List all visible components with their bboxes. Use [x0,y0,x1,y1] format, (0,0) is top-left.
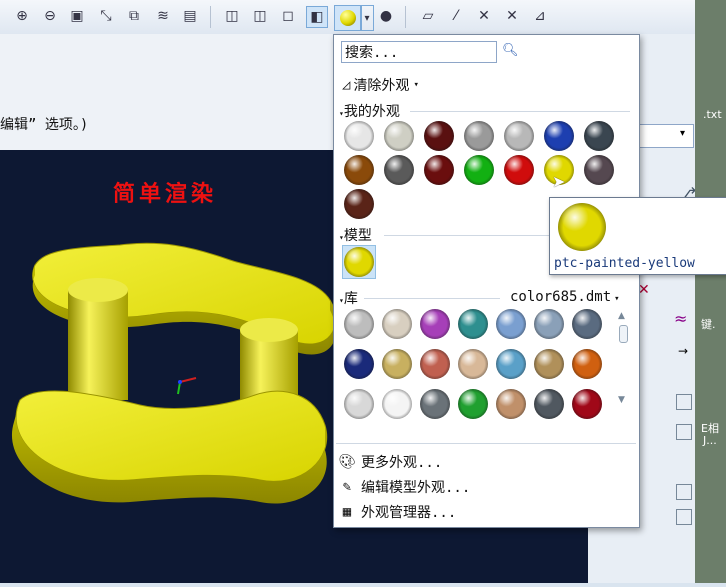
tooltip-swatch [558,203,606,251]
appearance-swatch[interactable] [384,155,414,185]
appearance-swatch[interactable] [344,389,374,419]
appearance-swatch[interactable] [584,155,614,185]
csys-icon[interactable]: ✕ [502,6,522,26]
appearance-swatch[interactable] [544,121,574,151]
message-area: 编辑” 选项。) [0,34,333,150]
panel-box-icon[interactable] [676,424,692,440]
model-swatch[interactable] [344,247,374,277]
appearance-swatch[interactable] [344,155,374,185]
library-header[interactable]: ▾库 [339,288,358,308]
datum-plane-icon[interactable]: ▱ [418,6,438,26]
panel-arrow-icon[interactable]: → [678,344,688,358]
annotation-icon[interactable]: ⊿ [530,6,550,26]
appearance-swatch[interactable] [572,349,602,379]
clear-appearance-item[interactable]: ◿ 清除外观 ▾ [342,75,419,95]
edit-model-appearance-item[interactable]: ✎ 编辑模型外观... [338,476,471,498]
render-title: 简单渲染 [113,181,218,207]
datum-axis-icon[interactable]: ⁄ [446,6,466,26]
appearance-swatch[interactable] [382,309,412,339]
appearance-swatch[interactable] [464,155,494,185]
appearance-swatch[interactable] [344,189,374,219]
appearance-swatch[interactable] [424,121,454,151]
reorient-icon[interactable]: ⤡ [96,6,116,26]
library-file-select[interactable]: color685.dmt ▾ [510,289,620,305]
eraser-icon: ◿ [342,77,351,93]
wireframe-icon[interactable]: ◧ [306,6,328,28]
scroll-up-icon[interactable]: ▲ [618,311,625,321]
message-text: 编辑” 选项。) [0,117,89,133]
chevron-down-icon: ▾ [680,128,686,139]
appearance-swatch[interactable] [384,121,414,151]
appearance-icon[interactable] [334,5,362,31]
more-appearances-item[interactable]: 🎨︎ 更多外观... [338,451,442,473]
zoom-in-icon[interactable]: ⊕ [12,6,32,26]
appearance-swatch[interactable] [424,155,454,185]
appearance-swatch[interactable] [496,389,526,419]
appearance-swatch[interactable] [534,309,564,339]
my-appearances-header[interactable]: ▾我的外观 [339,101,400,121]
model-header[interactable]: ▾模型 [339,225,372,245]
appearance-swatch[interactable] [572,309,602,339]
appearance-swatch[interactable] [504,121,534,151]
panel-box-icon[interactable] [676,394,692,410]
search-icon[interactable]: 🔍︎ [502,43,519,58]
zoom-out-icon[interactable]: ⊖ [40,6,60,26]
jian-label: 键. [701,318,716,331]
appearance-swatch[interactable] [344,309,374,339]
search-input[interactable]: 搜索... [341,41,497,63]
scroll-thumb[interactable] [619,325,628,343]
appearance-swatch[interactable] [496,349,526,379]
appearance-swatch[interactable] [458,389,488,419]
hidden-line-icon[interactable]: ◫ [250,6,270,26]
j-label: J... [703,434,717,447]
appearance-swatch[interactable] [344,121,374,151]
panel-grid-icon[interactable] [676,509,692,525]
layers-icon[interactable]: ≋ [153,6,173,26]
appearance-swatch[interactable] [584,121,614,151]
dropdown-arrow-icon[interactable]: ▾ [360,5,374,31]
swatch-tooltip: ptc-painted-yellow [549,197,726,275]
desktop-strip: .txt 键. E相 J... [695,0,726,583]
palette-icon: 🎨︎ [338,454,356,470]
appearance-swatch[interactable] [496,309,526,339]
appearance-swatch[interactable] [572,389,602,419]
shading-icon[interactable]: ◫ [222,6,242,26]
view-manager-icon[interactable]: ⧉ [124,6,144,26]
appearance-swatch[interactable] [420,389,450,419]
appearance-swatch[interactable] [458,349,488,379]
appearance-swatch[interactable] [464,121,494,151]
main-toolbar: ⊕ ⊖ ▣ ⤡ ⧉ ≋ ▤ ◫ ◫ ◻ ◧ ▾ ● ▱ ⁄ ✕ ✕ ⊿ [0,0,726,35]
appearance-gallery: 搜索... 🔍︎ ◿ 清除外观 ▾ ▾我的外观 ▾模型 ▾库 color685.… [333,34,640,528]
no-hidden-icon[interactable]: ◻ [278,6,298,26]
refit-icon[interactable]: ▣ [67,6,87,26]
library-scrollbar[interactable]: ▲ ▼ [617,311,629,407]
edit-appearance-icon: ✎ [342,479,352,495]
mouse-cursor-icon: ➤ [552,172,566,191]
saved-views-icon[interactable]: ▤ [180,6,200,26]
model-swatch-selected[interactable] [342,245,376,279]
scene-icon[interactable]: ● [376,6,396,26]
appearance-swatch[interactable] [534,389,564,419]
tooltip-label: ptc-painted-yellow [554,256,695,271]
appearance-swatch[interactable] [382,389,412,419]
chevron-down-icon: ▾ [614,294,620,304]
appearance-swatch[interactable] [458,309,488,339]
appearance-swatch[interactable] [382,349,412,379]
panel-wave-icon[interactable]: ≈ [674,309,687,328]
datum-point-icon[interactable]: ✕ [474,6,494,26]
appearance-manager-item[interactable]: ▦ 外观管理器... [338,501,457,523]
txt-label: .txt [703,108,722,121]
appearance-swatch[interactable] [504,155,534,185]
appearance-swatch[interactable] [420,349,450,379]
appearance-swatch[interactable] [344,349,374,379]
manager-icon: ▦ [342,504,352,520]
scroll-down-icon[interactable]: ▼ [618,395,625,405]
appearance-swatch[interactable] [420,309,450,339]
appearance-swatch[interactable] [534,349,564,379]
chevron-down-icon: ▾ [413,80,419,90]
panel-box-icon[interactable] [676,484,692,500]
